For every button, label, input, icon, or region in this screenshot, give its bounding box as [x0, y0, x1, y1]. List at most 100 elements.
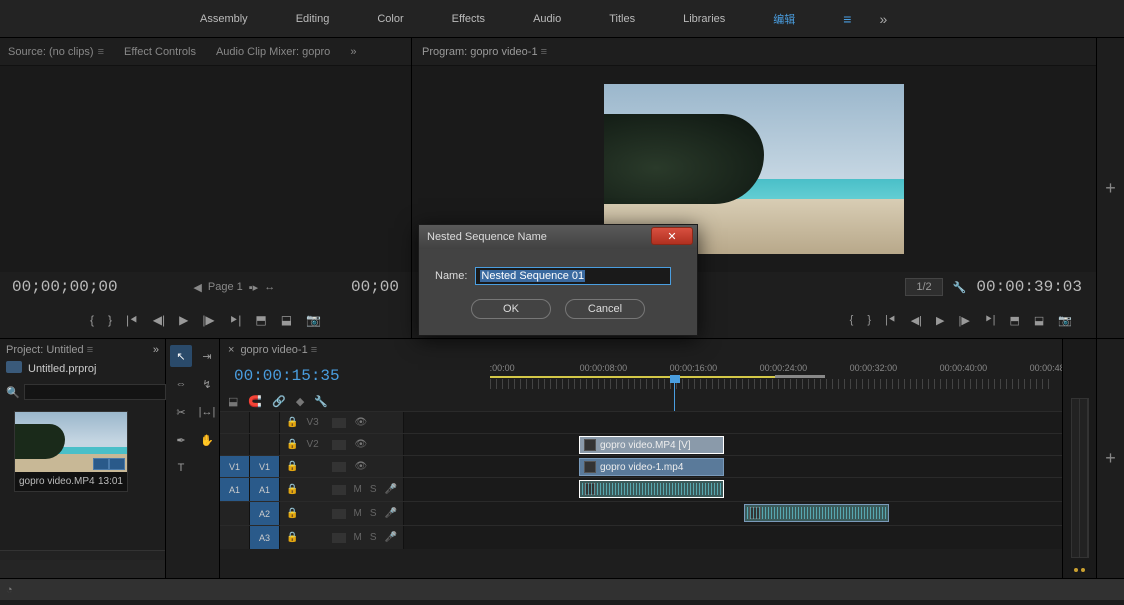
lock-icon[interactable]: 🔒 — [286, 508, 298, 519]
eye-icon[interactable]: 👁 — [354, 417, 367, 428]
source-in-timecode[interactable]: 00;00;00;00 — [12, 278, 118, 296]
eye-icon[interactable]: 👁 — [354, 439, 367, 450]
lock-icon[interactable]: 🔒 — [286, 439, 298, 450]
track-lane[interactable] — [404, 526, 1062, 549]
src-patch-a1[interactable]: A1 — [220, 478, 250, 501]
lock-icon[interactable]: 🔒 — [286, 532, 298, 543]
pen-tool-icon[interactable]: ✒ — [170, 429, 192, 451]
src-patch-v1[interactable]: V1 — [220, 456, 250, 477]
track-output-icon[interactable] — [332, 462, 346, 472]
mark-out-icon[interactable]: } — [108, 313, 112, 327]
mute-button[interactable]: M — [354, 532, 362, 543]
solo-button[interactable]: S — [370, 532, 377, 543]
play-icon[interactable]: ▶ — [179, 313, 188, 327]
page-fit-icon[interactable]: ▪▸ — [249, 281, 258, 294]
step-fwd-icon[interactable]: |▶ — [958, 314, 969, 327]
dialog-titlebar[interactable]: Nested Sequence Name ✕ — [419, 225, 697, 249]
eye-icon[interactable]: 👁 — [354, 461, 367, 472]
tab-project[interactable]: Project: Untitled ≡ — [6, 344, 93, 356]
tab-titles[interactable]: Titles — [609, 13, 635, 25]
tab-source[interactable]: Source: (no clips)≡ — [8, 46, 104, 58]
tab-effects[interactable]: Effects — [452, 13, 485, 25]
source-overflow-icon[interactable]: » — [350, 46, 356, 58]
go-to-in-icon[interactable]: |⯇ — [885, 314, 897, 327]
settings-icon[interactable]: 🔧 — [953, 281, 967, 294]
tgt-patch-a3[interactable]: A3 — [250, 526, 280, 549]
hand-tool-icon[interactable]: ✋ — [196, 429, 218, 451]
tab-menu-icon[interactable]: ≡ — [98, 46, 104, 58]
track-output-icon[interactable] — [332, 440, 346, 450]
lock-icon[interactable]: 🔒 — [286, 461, 298, 472]
tgt-patch-a2[interactable]: A2 — [250, 502, 280, 525]
add-panel-button[interactable]: + — [1096, 38, 1124, 338]
type-tool-icon[interactable]: T — [170, 457, 192, 479]
slip-tool-icon[interactable]: |↔| — [196, 401, 218, 423]
tgt-patch-v1[interactable]: V1 — [250, 456, 280, 477]
playhead-timecode[interactable]: 00:00:15:35 — [234, 367, 340, 385]
mic-icon[interactable]: 🎤 — [385, 508, 397, 519]
clip-v1[interactable]: gopro video-1.mp4 — [579, 458, 724, 476]
go-to-out-icon[interactable]: ⯈| — [984, 314, 996, 327]
track-lane[interactable]: gopro video.MP4 [V] — [404, 434, 1062, 455]
tab-sequence[interactable]: gopro video-1 ≡ — [240, 344, 317, 356]
source-out-timecode[interactable]: 00;00 — [351, 278, 399, 296]
src-patch-a3[interactable] — [220, 526, 250, 549]
tgt-patch-v3[interactable] — [250, 412, 280, 433]
tab-effect-controls[interactable]: Effect Controls — [124, 46, 196, 58]
step-back-icon[interactable]: ◀| — [153, 313, 165, 327]
tab-edit-cn[interactable]: 编辑 — [773, 11, 795, 27]
solo-button[interactable]: S — [370, 508, 377, 519]
mic-icon[interactable]: 🎤 — [385, 532, 397, 543]
go-to-in-icon[interactable]: |⯇ — [126, 313, 139, 328]
track-output-icon[interactable] — [332, 533, 346, 543]
src-patch-v3[interactable] — [220, 412, 250, 433]
track-lane[interactable] — [404, 478, 1062, 501]
clip-thumbnail[interactable]: gopro video.MP4 13:01 — [14, 411, 128, 492]
tgt-patch-v2[interactable] — [250, 434, 280, 455]
mute-button[interactable]: M — [354, 508, 362, 519]
mark-in-icon[interactable]: { — [90, 313, 94, 327]
tab-audio[interactable]: Audio — [533, 13, 561, 25]
lock-icon[interactable]: 🔒 — [286, 484, 298, 495]
page-next-icon[interactable]: ↔ — [264, 281, 275, 293]
export-frame-icon[interactable]: 📷 — [1058, 314, 1072, 327]
tab-color[interactable]: Color — [377, 13, 403, 25]
project-scrollbar[interactable] — [0, 550, 165, 560]
playhead-icon[interactable] — [670, 375, 680, 383]
workspace-menu-icon[interactable]: ≡ — [843, 11, 851, 27]
workspace-overflow-icon[interactable]: » — [879, 11, 887, 27]
extract-icon[interactable]: ⬓ — [1034, 314, 1044, 327]
track-lane[interactable] — [404, 412, 1062, 433]
tab-audio-mixer[interactable]: Audio Clip Mixer: gopro — [216, 46, 330, 58]
nest-icon[interactable]: ⬓ — [228, 395, 238, 408]
play-icon[interactable]: ▶ — [936, 314, 944, 327]
search-input[interactable] — [24, 384, 166, 400]
overwrite-icon[interactable]: ⬓ — [281, 313, 292, 327]
track-lane[interactable]: gopro video-1.mp4 — [404, 456, 1062, 477]
tab-assembly[interactable]: Assembly — [200, 13, 248, 25]
track-output-icon[interactable] — [332, 485, 346, 495]
tab-menu-icon[interactable]: ≡ — [541, 46, 547, 58]
timeline-close-icon[interactable]: × — [228, 344, 234, 356]
settings-icon[interactable]: 🔧 — [314, 395, 328, 408]
ripple-edit-tool-icon[interactable]: ⇔ — [170, 373, 192, 395]
project-overflow-icon[interactable]: » — [153, 344, 159, 356]
clip-a1[interactable] — [579, 480, 724, 498]
selection-tool-icon[interactable]: ↖ — [170, 345, 192, 367]
tgt-patch-a1[interactable]: A1 — [250, 478, 280, 501]
tab-editing[interactable]: Editing — [296, 13, 330, 25]
tab-libraries[interactable]: Libraries — [683, 13, 725, 25]
solo-button[interactable]: S — [370, 484, 377, 495]
program-out-timecode[interactable]: 00:00:39:03 — [976, 278, 1082, 296]
time-ruler[interactable]: :00:00 00:00:08:00 00:00:16:00 00:00:24:… — [490, 361, 1054, 391]
track-lane[interactable] — [404, 502, 1062, 525]
mark-out-icon[interactable]: } — [867, 314, 871, 326]
src-patch-a2[interactable] — [220, 502, 250, 525]
razor-tool-icon[interactable]: ✂ — [170, 401, 192, 423]
insert-icon[interactable]: ⬒ — [255, 313, 266, 327]
mark-in-icon[interactable]: { — [850, 314, 854, 326]
mic-icon[interactable]: 🎤 — [385, 484, 397, 495]
lock-icon[interactable]: 🔒 — [286, 417, 298, 428]
export-frame-icon[interactable]: 📷 — [306, 313, 321, 327]
lift-icon[interactable]: ⬒ — [1009, 314, 1019, 327]
